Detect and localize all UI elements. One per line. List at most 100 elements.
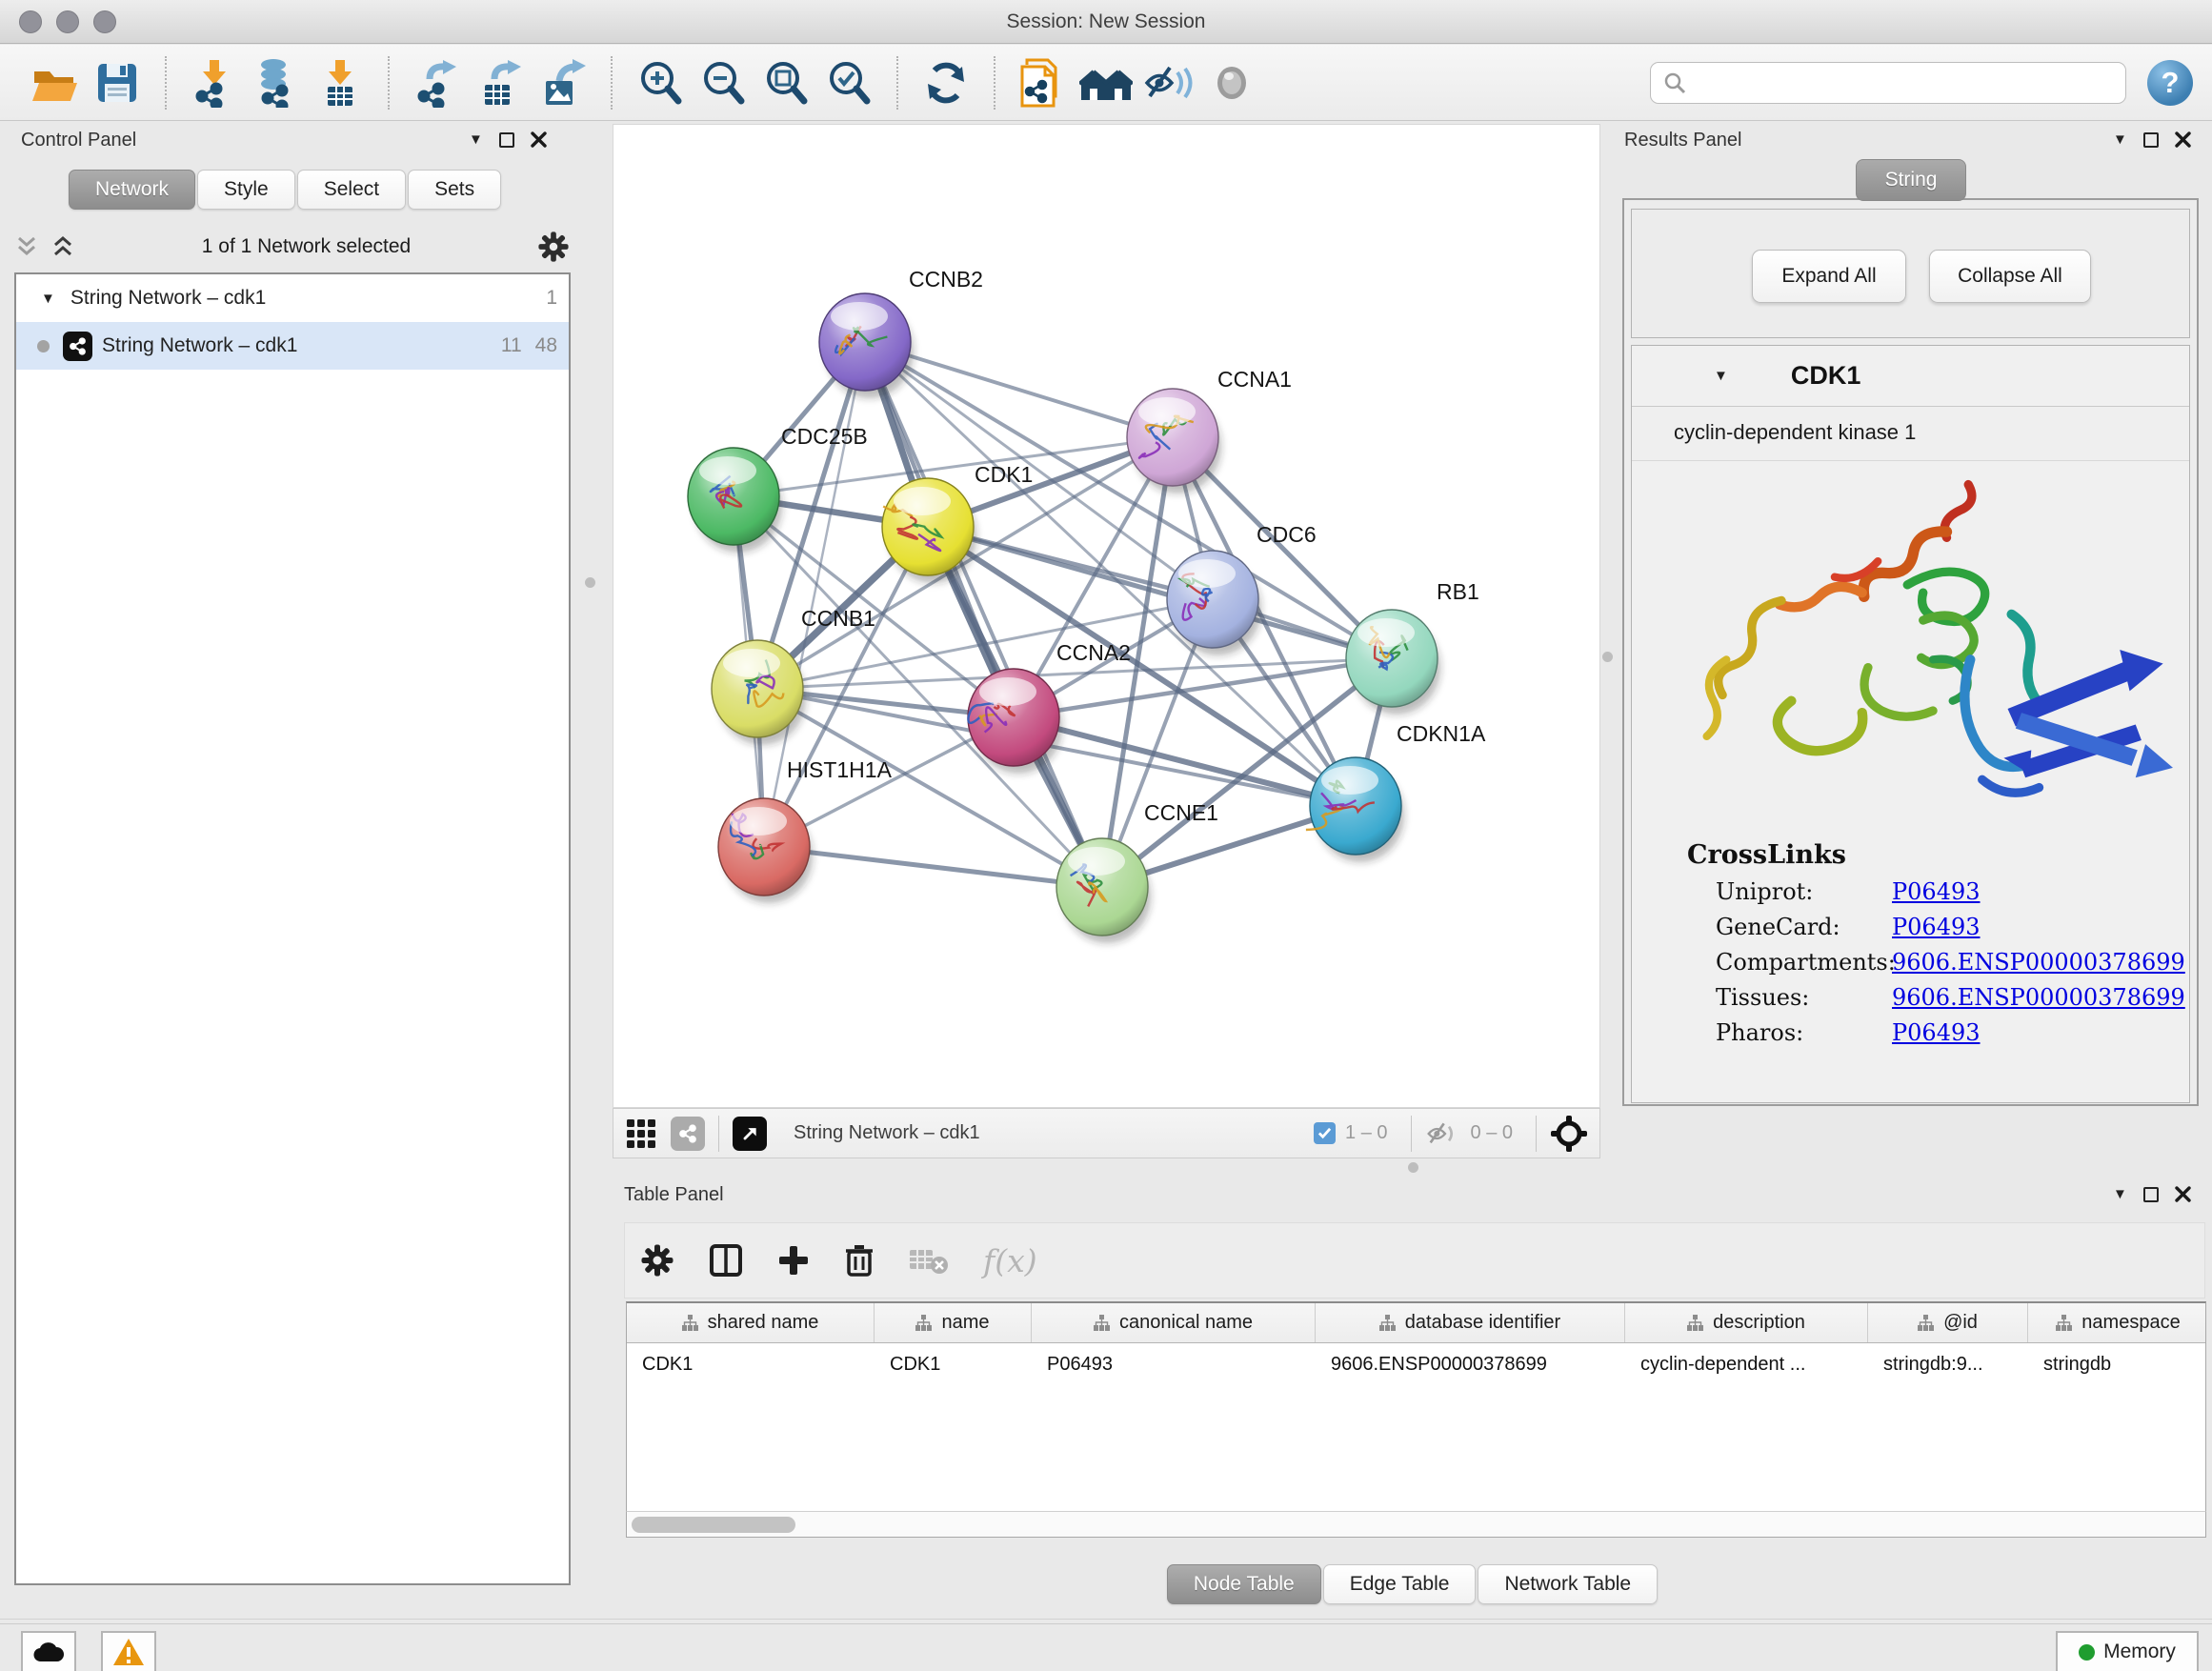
hide-selected-button[interactable] (1142, 55, 1196, 111)
network-node-rb1[interactable] (1346, 610, 1440, 715)
open-session-button[interactable] (28, 55, 81, 111)
network-collection-row[interactable]: ▼ String Network – cdk1 1 (16, 274, 569, 322)
tab-string[interactable]: String (1856, 159, 1966, 201)
control-panel-title: Control Panel (21, 130, 136, 151)
column-header-description[interactable]: description (1625, 1303, 1868, 1342)
import-database-button[interactable] (251, 55, 304, 111)
table-cell[interactable]: 9606.ENSP00000378699 (1316, 1343, 1625, 1385)
column-header-database-identifier[interactable]: database identifier (1316, 1303, 1625, 1342)
network-view-canvas[interactable]: CCNB2CCNA1CDC25BCDK1CDC6RB1CCNB1CCNA2CDK… (613, 124, 1600, 1108)
column-header--id[interactable]: @id (1868, 1303, 2028, 1342)
float-panel-icon[interactable] (2143, 1187, 2159, 1202)
table-cell[interactable]: CDK1 (875, 1343, 1032, 1385)
column-type-icon (1094, 1315, 1110, 1331)
scrollbar-thumb[interactable] (632, 1517, 795, 1533)
panel-menu-icon[interactable]: ▼ (2113, 1186, 2127, 1202)
crosslink-link[interactable]: 9606.ENSP00000378699 (1892, 984, 2185, 1011)
grid-view-icon[interactable] (625, 1117, 657, 1150)
network-node-cdc25b[interactable] (688, 448, 782, 553)
zoom-selected-button[interactable] (822, 55, 875, 111)
column-header-namespace[interactable]: namespace (2028, 1303, 2206, 1342)
float-panel-icon[interactable] (2143, 132, 2159, 148)
crosslink-link[interactable]: P06493 (1892, 878, 1981, 905)
network-node-ccne1[interactable] (1056, 838, 1151, 943)
column-header-shared-name[interactable]: shared name (627, 1303, 875, 1342)
network-node-cdk1[interactable] (882, 478, 976, 583)
horizontal-splitter-handle[interactable] (1408, 1162, 1418, 1173)
search-input[interactable] (1687, 71, 2114, 93)
crosslink-link[interactable]: P06493 (1892, 1019, 1981, 1046)
network-view-title: String Network – cdk1 (794, 1122, 980, 1144)
table-cell[interactable]: P06493 (1032, 1343, 1316, 1385)
network-node-hist1h1a[interactable] (718, 798, 813, 903)
crosshair-icon[interactable] (1550, 1115, 1588, 1153)
close-panel-icon[interactable] (2175, 131, 2191, 148)
help-button[interactable]: ? (2147, 60, 2193, 106)
gear-icon[interactable] (537, 231, 570, 263)
tab-style[interactable]: Style (197, 170, 295, 210)
right-splitter-handle[interactable] (1602, 652, 1613, 662)
zoom-in-button[interactable] (633, 55, 687, 111)
network-node-ccnb1[interactable] (712, 640, 806, 745)
panel-menu-icon[interactable]: ▼ (2113, 131, 2127, 148)
tab-network[interactable]: Network (69, 170, 195, 210)
selected-nodes-checkbox[interactable] (1314, 1122, 1336, 1144)
panel-menu-icon[interactable]: ▼ (469, 131, 483, 148)
protein-card-header[interactable]: ▼ CDK1 (1632, 346, 2189, 407)
close-panel-icon[interactable] (531, 131, 547, 148)
network-node-ccna1[interactable] (1127, 389, 1221, 493)
export-network-button[interactable] (411, 55, 464, 111)
column-header-name[interactable]: name (875, 1303, 1032, 1342)
collapse-section-icon[interactable]: ▼ (1714, 368, 1728, 384)
show-all-button[interactable] (1205, 55, 1258, 111)
add-column-button[interactable] (777, 1244, 810, 1277)
table-row[interactable]: CDK1CDK1P064939606.ENSP00000378699cyclin… (627, 1343, 2205, 1385)
cloud-status-button[interactable] (21, 1631, 76, 1671)
column-header-label: name (941, 1312, 989, 1334)
column-header-canonical-name[interactable]: canonical name (1032, 1303, 1316, 1342)
expand-all-chevron-icon[interactable] (50, 234, 75, 259)
import-network-button[interactable] (188, 55, 241, 111)
table-cell[interactable]: CDK1 (627, 1343, 875, 1385)
expand-all-button[interactable]: Expand All (1752, 250, 1906, 303)
network-edge[interactable] (928, 527, 1392, 658)
refresh-layout-button[interactable] (919, 55, 973, 111)
tab-node-table[interactable]: Node Table (1167, 1564, 1321, 1604)
collection-expand-icon[interactable]: ▼ (41, 291, 55, 307)
show-columns-button[interactable] (709, 1243, 743, 1278)
export-image-button[interactable] (536, 55, 590, 111)
table-horizontal-scrollbar[interactable] (626, 1511, 2206, 1538)
network-row-selected[interactable]: String Network – cdk1 11 48 (16, 322, 569, 370)
crosslink-label: GeneCard: (1716, 914, 1892, 940)
zoom-out-button[interactable] (696, 55, 750, 111)
crosslink-link[interactable]: 9606.ENSP00000378699 (1892, 949, 2185, 976)
left-splitter-handle[interactable] (585, 577, 595, 588)
birdseye-view-icon[interactable] (733, 1117, 767, 1151)
delete-column-button[interactable] (844, 1243, 875, 1278)
close-panel-icon[interactable] (2175, 1186, 2191, 1202)
home-button[interactable] (1079, 55, 1133, 111)
tab-sets[interactable]: Sets (408, 170, 501, 210)
memory-button[interactable]: Memory (2056, 1631, 2199, 1671)
warnings-button[interactable] (101, 1631, 156, 1671)
export-table-button[interactable] (473, 55, 527, 111)
collapse-all-button[interactable]: Collapse All (1929, 250, 2091, 303)
table-cell[interactable]: stringdb (2028, 1343, 2206, 1385)
table-settings-button[interactable] (640, 1243, 674, 1278)
tab-select[interactable]: Select (297, 170, 406, 210)
table-cell[interactable]: stringdb:9... (1868, 1343, 2028, 1385)
table-cell[interactable]: cyclin-dependent ... (1625, 1343, 1868, 1385)
selected-counter: 1 – 0 (1345, 1122, 1387, 1144)
network-edge[interactable] (764, 847, 1102, 887)
share-document-button[interactable] (1016, 55, 1070, 111)
crosslink-link[interactable]: P06493 (1892, 914, 1981, 940)
network-share-view-icon[interactable] (671, 1117, 705, 1151)
save-session-button[interactable] (90, 55, 144, 111)
float-panel-icon[interactable] (499, 132, 514, 148)
zoom-fit-button[interactable] (759, 55, 813, 111)
collapse-all-chevron-icon[interactable] (14, 234, 39, 259)
tab-edge-table[interactable]: Edge Table (1323, 1564, 1477, 1604)
delete-table-button-disabled (909, 1246, 949, 1275)
import-table-button[interactable] (313, 55, 367, 111)
tab-network-table[interactable]: Network Table (1478, 1564, 1658, 1604)
